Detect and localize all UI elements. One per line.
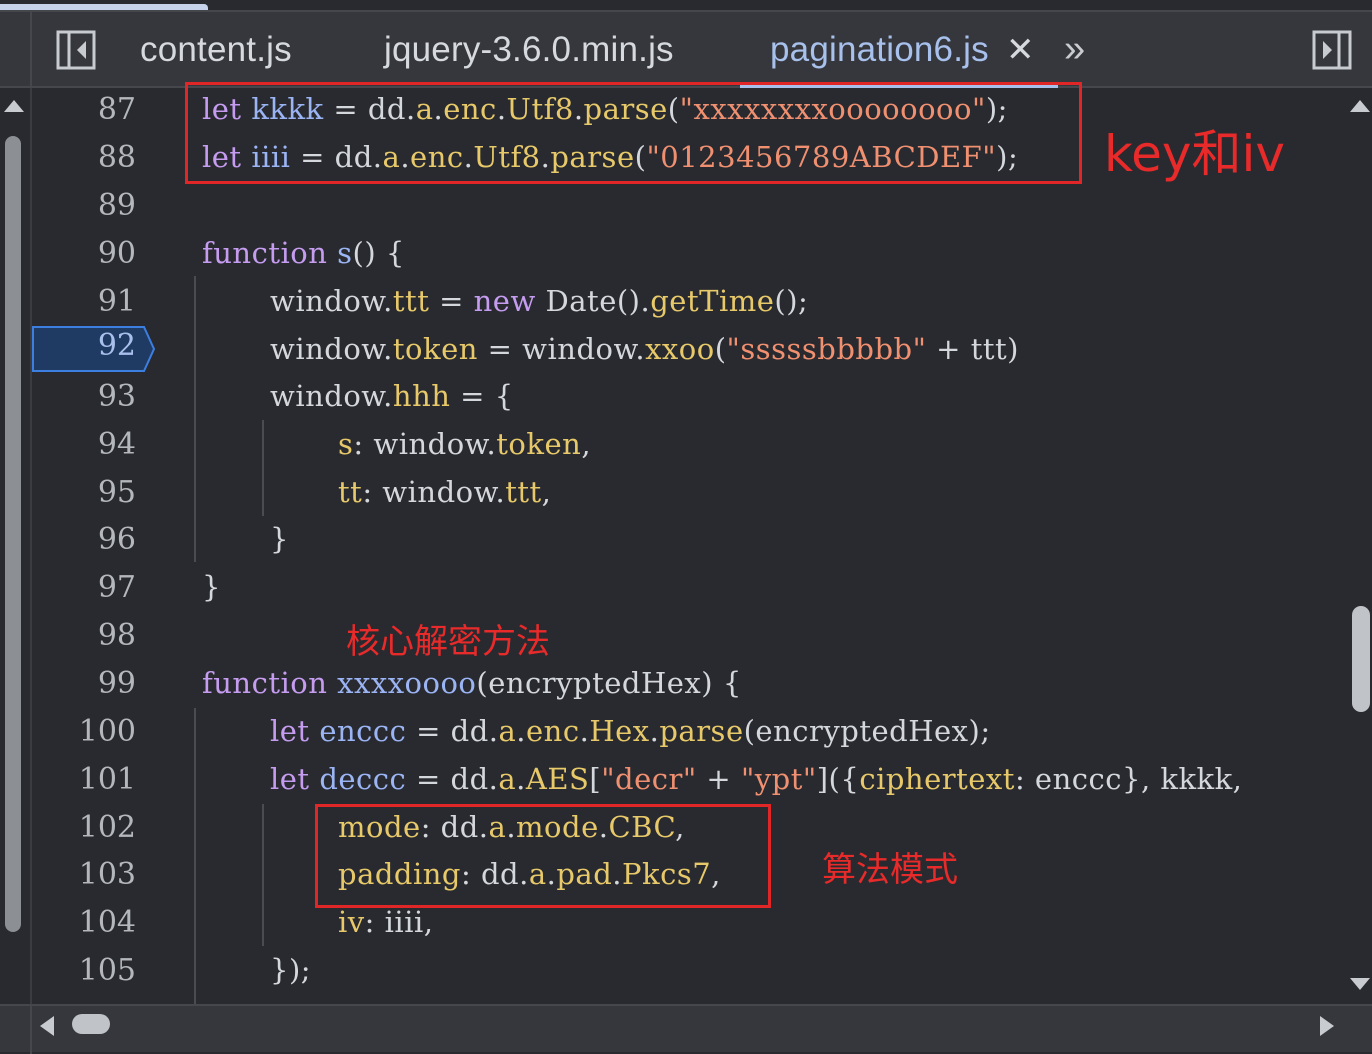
scroll-up-icon[interactable] (4, 100, 24, 112)
line-number[interactable]: 104 (38, 905, 136, 940)
code-line-94[interactable]: s: window.token, (338, 427, 591, 461)
tab-divider (30, 12, 32, 90)
scrollbar-thumb[interactable] (5, 136, 21, 932)
line-number[interactable]: 87 (38, 92, 136, 127)
line-number[interactable]: 101 (38, 762, 136, 797)
line-number-active[interactable]: 92 (38, 328, 136, 363)
vertical-scrollbar[interactable] (1346, 88, 1372, 1004)
code-editor[interactable]: 87 88 89 90 91 92 93 94 95 96 97 98 99 1… (0, 82, 1372, 1004)
indent-guide (194, 708, 196, 1004)
line-number[interactable]: 99 (38, 666, 136, 701)
horizontal-scrollbar-thumb[interactable] (72, 1014, 110, 1034)
line-number[interactable]: 105 (38, 953, 136, 988)
panel-left-icon[interactable] (56, 30, 96, 70)
horizontal-scrollbar[interactable] (0, 1004, 1372, 1054)
panel-right-icon[interactable] (1312, 30, 1352, 70)
indent-guide (262, 804, 264, 946)
scroll-down-icon[interactable] (1350, 978, 1370, 990)
gutter-divider (30, 88, 32, 1004)
indent-guide (194, 276, 196, 562)
code-line-101[interactable]: let deccc = dd.a.AES["decr" + "ypt"]({ci… (270, 762, 1242, 796)
code-line-92[interactable]: window.token = window.xxoo("sssssbbbbb" … (270, 332, 1019, 366)
line-number[interactable]: 94 (38, 427, 136, 462)
line-number[interactable]: 95 (38, 475, 136, 510)
code-line-90[interactable]: function s() { (202, 236, 405, 270)
code-line-95[interactable]: tt: window.ttt, (338, 475, 551, 509)
line-number[interactable]: 91 (38, 284, 136, 319)
line-number[interactable]: 89 (38, 188, 136, 223)
close-icon[interactable]: ✕ (1006, 30, 1036, 70)
chevron-double-right-icon[interactable]: » (1064, 28, 1085, 71)
code-line-100[interactable]: let enccc = dd.a.enc.Hex.parse(encrypted… (270, 714, 991, 748)
code-line-93[interactable]: window.hhh = { (270, 379, 514, 413)
line-number[interactable]: 93 (38, 379, 136, 414)
annotation-algo-mode: 算法模式 (822, 850, 958, 890)
code-line-104[interactable]: iv: iiii, (338, 905, 433, 939)
line-number[interactable]: 102 (38, 810, 136, 845)
navigator-scrollbar[interactable] (0, 88, 28, 1004)
line-number[interactable]: 96 (38, 522, 136, 557)
line-number[interactable]: 100 (38, 714, 136, 749)
algo-mode-highlight-box (315, 804, 771, 908)
line-number[interactable]: 103 (38, 857, 136, 892)
scrollbar-thumb[interactable] (1352, 606, 1370, 712)
tab-bar: content.js jquery-3.6.0.min.js paginatio… (0, 10, 1372, 90)
line-number[interactable]: 88 (38, 140, 136, 175)
scroll-left-icon[interactable] (40, 1016, 54, 1036)
indent-guide (262, 420, 264, 516)
scroll-right-icon[interactable] (1320, 1016, 1334, 1036)
tab-content-js[interactable]: content.js (140, 30, 292, 70)
scrollbar-divider (30, 1006, 32, 1054)
top-strip (0, 0, 1372, 10)
tab-pagination6[interactable]: pagination6.js (770, 30, 989, 70)
line-number[interactable]: 90 (38, 236, 136, 271)
code-line-97[interactable]: } (202, 570, 221, 604)
code-line-96[interactable]: } (270, 522, 289, 556)
scroll-up-icon[interactable] (1350, 100, 1370, 112)
tab-jquery[interactable]: jquery-3.6.0.min.js (384, 30, 674, 70)
key-iv-highlight-box (185, 82, 1082, 184)
annotation-key-iv: key和iv (1104, 125, 1286, 183)
annotation-core-decrypt: 核心解密方法 (346, 622, 550, 662)
code-line-105[interactable]: }); (270, 953, 311, 987)
code-line-91[interactable]: window.ttt = new Date().getTime(); (270, 284, 808, 318)
line-number[interactable]: 98 (38, 618, 136, 653)
line-number[interactable]: 97 (38, 570, 136, 605)
code-line-99[interactable]: function xxxxoooo(encryptedHex) { (202, 666, 742, 700)
